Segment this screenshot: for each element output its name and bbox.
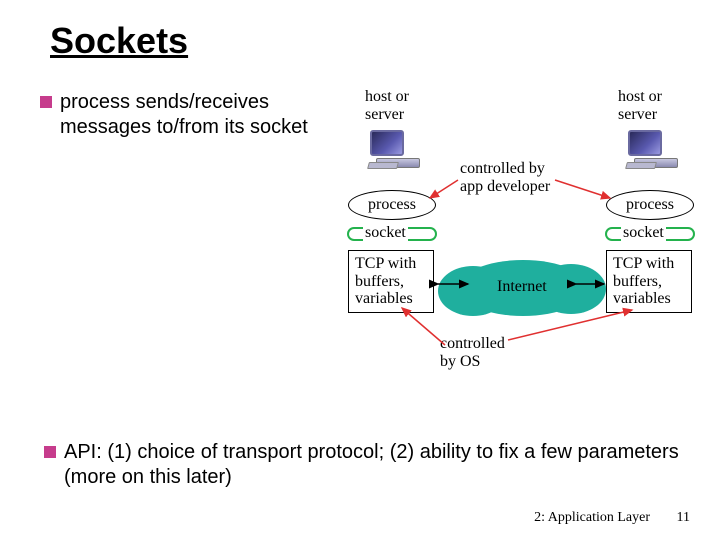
- slide-title: Sockets: [50, 20, 188, 62]
- tcp-box-left: TCP with buffers, variables: [348, 250, 434, 313]
- tcp-box-right: TCP with buffers, variables: [606, 250, 692, 313]
- computer-icon-right: [628, 130, 680, 170]
- bullet-1-text: process sends/receives messages to/from …: [60, 90, 330, 140]
- bullet-icon: [40, 96, 52, 108]
- process-label-left: process: [368, 196, 416, 214]
- footer-chapter: 2: Application Layer: [534, 510, 650, 526]
- annotation-os: controlled by OS: [440, 335, 505, 372]
- footer-page: 11: [677, 510, 690, 526]
- host-label-left: host or server: [365, 88, 409, 123]
- host-label-right: host or server: [618, 88, 662, 123]
- process-oval-left: process: [348, 190, 436, 220]
- bullet-2: API: (1) choice of transport protocol; (…: [44, 440, 684, 490]
- computer-icon-left: [370, 130, 422, 170]
- process-oval-right: process: [606, 190, 694, 220]
- bullet-1: process sends/receives messages to/from …: [40, 90, 330, 140]
- socket-label-left: socket: [363, 224, 408, 242]
- bullet-2-text: API: (1) choice of transport protocol; (…: [64, 440, 684, 490]
- process-label-right: process: [626, 196, 674, 214]
- internet-label: Internet: [497, 278, 547, 296]
- socket-label-right: socket: [621, 224, 666, 242]
- annotation-app-developer: controlled by app developer: [460, 160, 550, 197]
- bullet-icon: [44, 446, 56, 458]
